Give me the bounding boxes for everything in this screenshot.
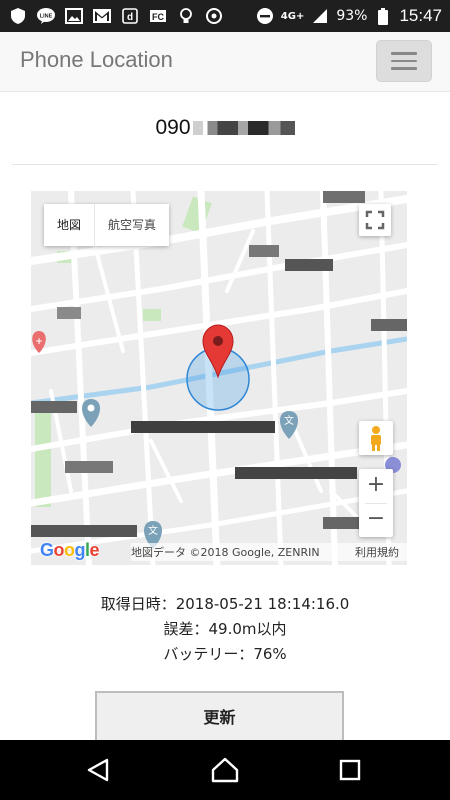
dnd-icon [255,7,275,25]
home-icon [211,757,239,783]
system-nav-bar [0,740,450,800]
hamburger-icon [391,59,417,63]
status-bar: LINE d FC 4G+ 93% 15:47 [0,0,450,32]
map-type-button-satellite[interactable]: 航空写真 [94,204,170,246]
menu-toggle-button[interactable] [376,40,432,82]
signal-icon [310,7,330,25]
terms-link[interactable]: 利用規約 [355,544,407,560]
map-type-button-map[interactable]: 地図 [44,204,95,246]
gmail-icon [92,7,112,25]
battery-icon [373,7,393,25]
phone-number-prefix: 090 [155,116,191,139]
phone-number-mask [192,121,295,136]
divider [12,164,438,165]
fullscreen-button[interactable] [359,204,391,236]
accuracy-text: 誤差：49.0m以内 [163,620,287,638]
back-button[interactable] [81,752,117,788]
google-logo[interactable]: Google [40,540,100,561]
park-area [35,407,51,507]
acquired-time: 取得日時：2018-05-21 18:14:16.0 [100,595,350,613]
map-attribution: 地図データ ©2018 Google, ZENRIN 利用規約 [131,543,407,561]
battery-percent: 93% [336,8,368,24]
home-button[interactable] [207,752,243,788]
recents-square-icon [339,759,361,781]
notification-icons: LINE d FC [8,7,224,25]
park-area [143,309,161,321]
svg-text:FC: FC [152,12,164,22]
hamburger-icon [391,52,417,55]
attribution-text: 地図データ ©2018 Google, ZENRIN [131,546,320,559]
back-triangle-icon [87,758,109,782]
app-title[interactable]: Phone Location [20,47,173,73]
game-icon [204,7,224,25]
zoom-control: + − [359,469,393,537]
street-view-button[interactable] [359,421,393,455]
docomo-icon: d [120,7,140,25]
map-type-control: 地図 航空写真 [44,204,170,246]
network-type: 4G+ [280,10,305,22]
zoom-out-button[interactable]: − [359,503,393,537]
svg-text:LINE: LINE [40,14,53,20]
svg-text:文: 文 [148,524,158,537]
map[interactable]: + 文 文 地図 航空写真 + − Google 地図データ ©2018 Goo… [31,191,407,565]
map-tiles: + 文 文 [31,191,407,565]
line-icon: LINE [36,7,56,25]
zoom-in-button[interactable]: + [359,469,393,503]
battery-level-text: バッテリー：76% [163,645,287,663]
clock: 15:47 [399,6,442,25]
svg-text:文: 文 [284,414,294,427]
gallery-icon [64,7,84,25]
navbar: Phone Location [0,32,450,92]
pegman-icon [371,426,381,451]
news-icon: FC [148,7,168,25]
status-indicators: 4G+ 93% 15:47 [255,6,442,26]
refresh-button[interactable]: 更新 [95,691,344,745]
shield-icon [8,7,28,25]
hamburger-icon [391,67,417,70]
bulb-icon [176,7,196,25]
recents-button[interactable] [332,752,368,788]
phone-number: 090 [0,116,450,140]
fullscreen-icon [365,210,385,230]
zoom-divider [365,503,387,504]
svg-text:+: + [35,337,43,347]
svg-text:d: d [127,12,133,23]
